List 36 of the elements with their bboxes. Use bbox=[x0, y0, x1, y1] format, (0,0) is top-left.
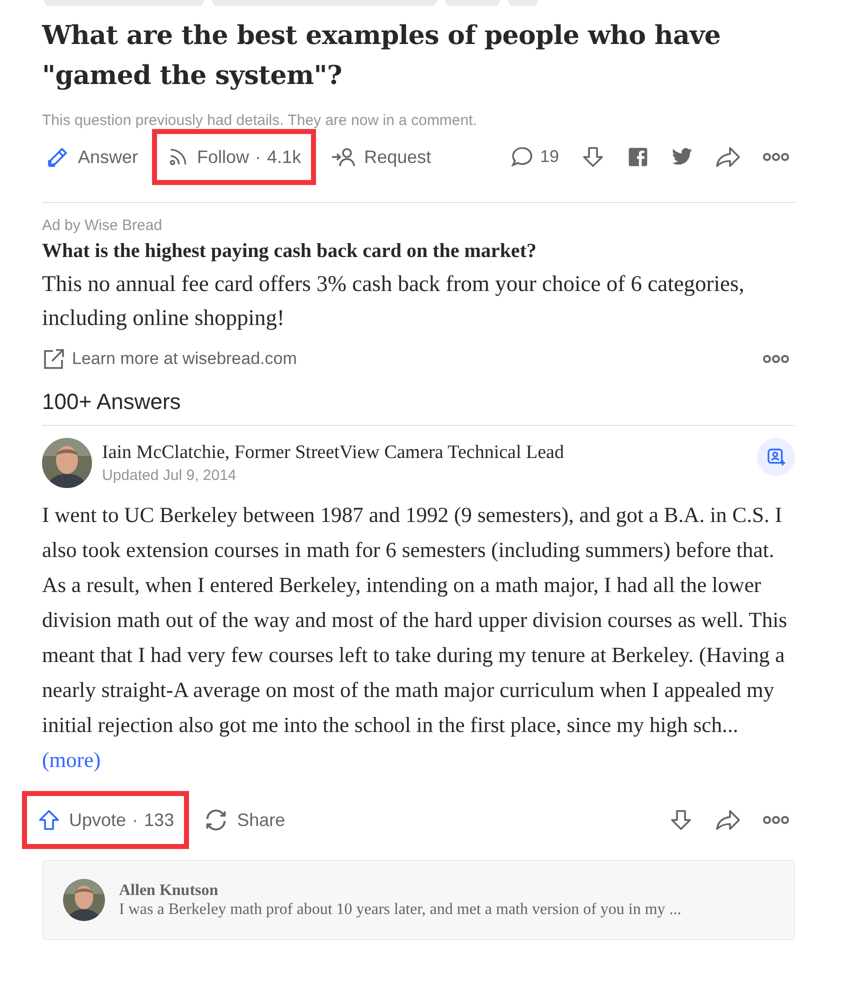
person-arrow-icon bbox=[330, 145, 356, 169]
answers-heading: 100+ Answers bbox=[42, 389, 182, 415]
answer-button[interactable]: Answer bbox=[42, 141, 142, 173]
ad-sponsor: Ad by Wise Bread bbox=[42, 217, 164, 234]
add-person-button[interactable] bbox=[757, 438, 795, 476]
more-icon bbox=[763, 815, 789, 825]
commenter-name: Allen Knutson bbox=[119, 882, 220, 900]
down-arrow-icon bbox=[669, 808, 693, 832]
pencil-icon bbox=[46, 145, 70, 169]
request-button[interactable]: Request bbox=[326, 141, 436, 173]
down-arrow-icon bbox=[581, 145, 605, 169]
more-link[interactable]: (more) bbox=[42, 748, 101, 772]
question-title: What are the best examples of people who have "gamed the system"? bbox=[42, 20, 722, 93]
external-link-icon bbox=[42, 347, 66, 371]
follow-button[interactable]: Follow · 4.1k bbox=[163, 142, 306, 172]
more-icon bbox=[763, 152, 789, 162]
ad-headline: What is the highest paying cash back card on the market? bbox=[42, 240, 538, 263]
person-plus-icon bbox=[766, 447, 786, 467]
comment-icon bbox=[510, 145, 534, 169]
comment-button[interactable]: 19 bbox=[504, 141, 565, 173]
share-arrow-icon bbox=[715, 808, 741, 832]
up-arrow-icon bbox=[37, 808, 61, 832]
share-arrow-icon bbox=[715, 145, 741, 169]
answer-text: I went to UC Berkeley between 1987 and 1992 (9 semesters), and got a B.A. in C.S. I also took extension courses in math for 6 semesters (including summers) before that. As a result, when I entered Berkeley, intending on a math major, I had all the lower division math out of the way and most of the hard upper division courses as well. This meant that I had very few courses left to take during my tenure at Berkeley. (Having a nearly straight-A average on most of the math major curriculum when I appealed my initial rejection also got me into the school in the first place, since my high sch... (more) bbox=[42, 502, 788, 774]
comment-text: I was a Berkeley math prof about 10 years later, and met a math version of you in my ... bbox=[119, 900, 682, 918]
details-note: This question previously had details. They are now in a comment. bbox=[42, 112, 478, 129]
ad-body: This no annual fee card offers 3% cash back from your choice of 6 categories, including online shopping! bbox=[42, 270, 746, 332]
answer-date: Updated Jul 9, 2014 bbox=[102, 467, 238, 484]
more-icon bbox=[763, 354, 789, 364]
facebook-icon bbox=[627, 146, 649, 168]
upvote-button[interactable]: Upvote · 133 bbox=[33, 804, 178, 836]
bird-icon bbox=[671, 147, 693, 167]
author-name[interactable]: Iain McClatchie, Former StreetView Camera Technical Lead bbox=[102, 442, 747, 464]
share-button[interactable]: Share bbox=[199, 803, 290, 837]
comment-card[interactable]: Allen Knutson I was a Berkeley math prof about 10 years later, and met a math version of you in my ... bbox=[42, 860, 795, 940]
learn-more-link[interactable]: Learn more at wisebread.com bbox=[42, 347, 297, 371]
